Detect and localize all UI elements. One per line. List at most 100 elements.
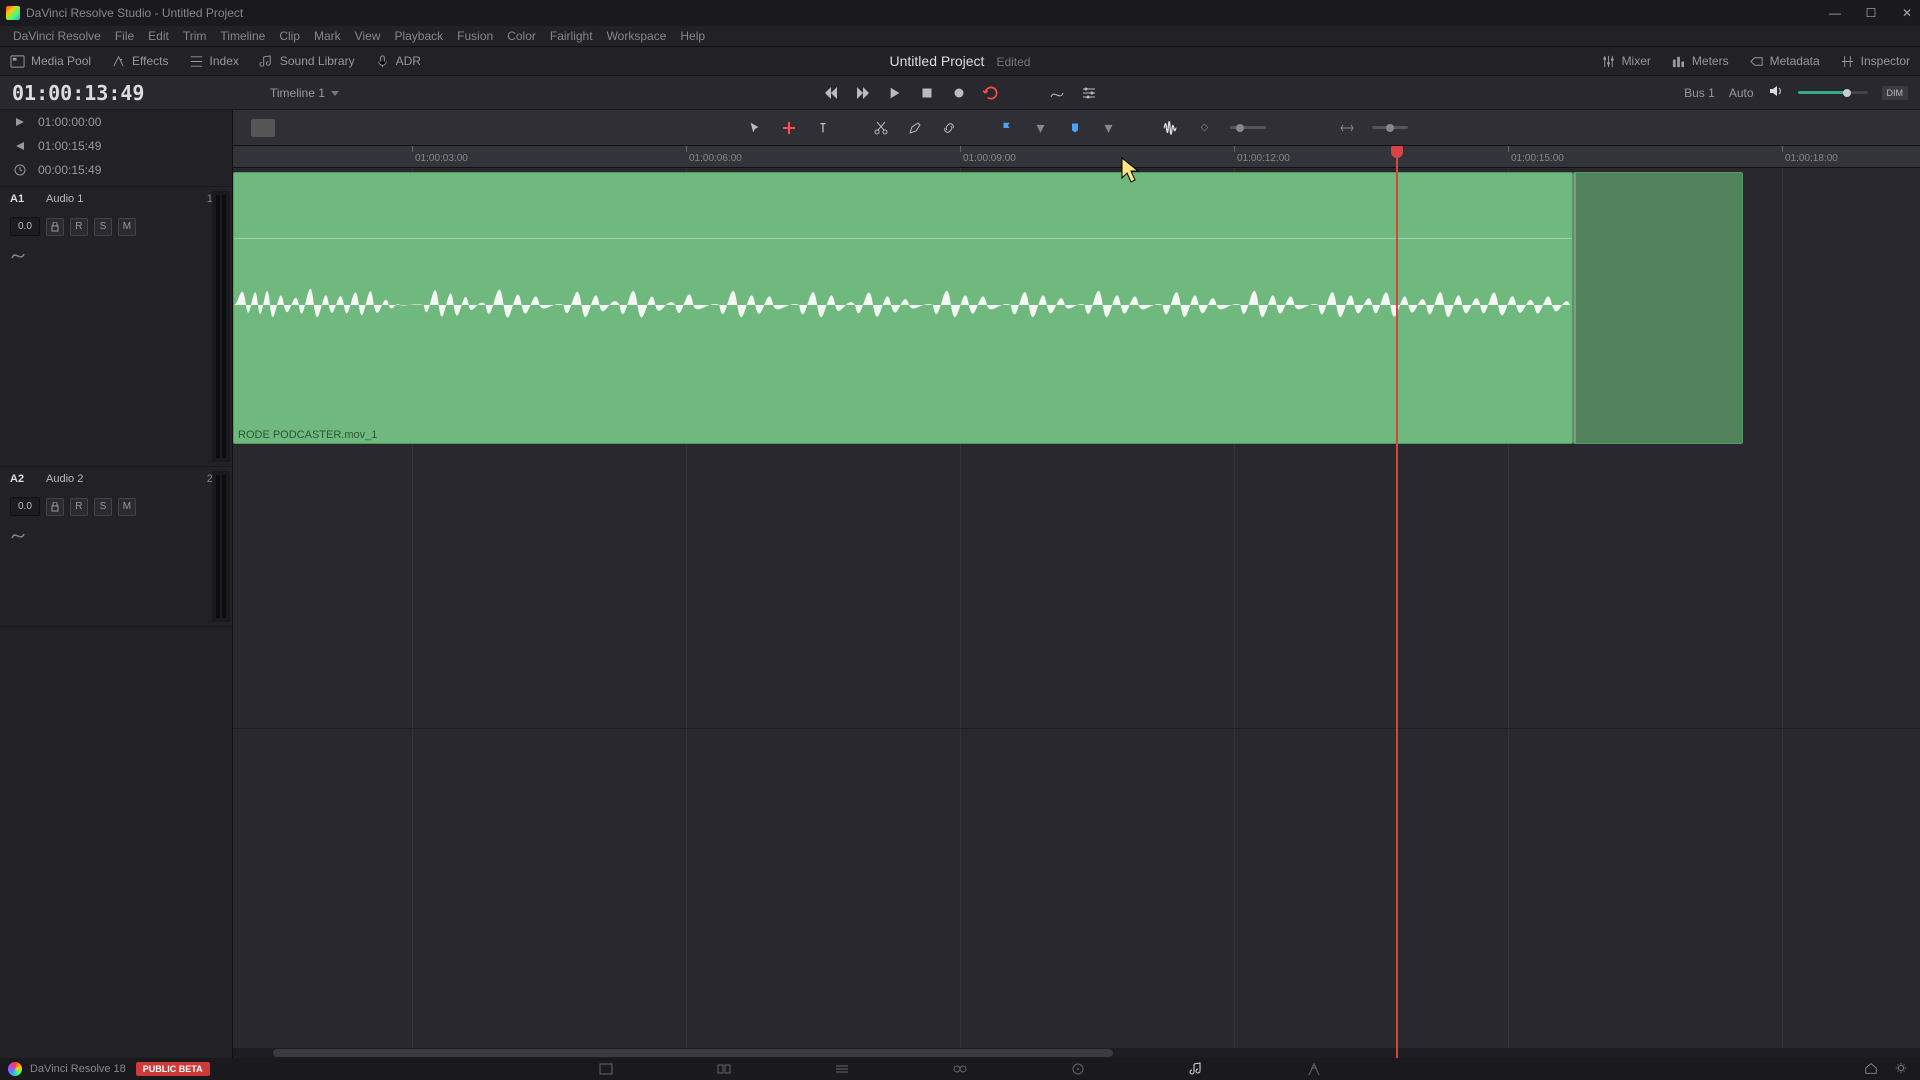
timecode-display[interactable]: 01:00:13:49 bbox=[12, 81, 212, 105]
menu-trim[interactable]: Trim bbox=[176, 29, 214, 43]
menu-clip[interactable]: Clip bbox=[272, 29, 307, 43]
text-tool[interactable] bbox=[814, 119, 832, 137]
range-tool[interactable] bbox=[780, 119, 798, 137]
mixer-button[interactable]: Mixer bbox=[1591, 46, 1661, 76]
volume-slider[interactable] bbox=[1798, 91, 1868, 94]
flag-dropdown[interactable]: ▾ bbox=[1032, 119, 1050, 137]
flag-tool[interactable] bbox=[998, 119, 1016, 137]
minimize-button[interactable]: — bbox=[1828, 6, 1842, 20]
timeline-selector[interactable]: Timeline 1 bbox=[270, 86, 339, 100]
timeline-ruler[interactable]: 01:00:03:00 01:00:06:00 01:00:09:00 01:0… bbox=[233, 146, 1920, 168]
track-a2-lock[interactable] bbox=[46, 498, 64, 516]
menu-mark[interactable]: Mark bbox=[307, 29, 348, 43]
settings-button[interactable] bbox=[1080, 84, 1098, 102]
pencil-tool[interactable] bbox=[906, 119, 924, 137]
menu-workspace[interactable]: Workspace bbox=[600, 29, 674, 43]
home-button[interactable] bbox=[1864, 1061, 1878, 1078]
project-settings-button[interactable] bbox=[1894, 1061, 1908, 1078]
track-a2-id[interactable]: A2 bbox=[10, 473, 36, 485]
main-area: 01:00:00:00 01:00:15:49 00:00:15:49 A1 A… bbox=[0, 110, 1920, 1058]
marker-duration-row[interactable]: 00:00:15:49 bbox=[0, 158, 232, 182]
track-a2-db[interactable]: 0.0 bbox=[10, 497, 40, 516]
page-cut[interactable] bbox=[715, 1060, 733, 1078]
track-a1-id[interactable]: A1 bbox=[10, 193, 36, 205]
track-a2-name[interactable]: Audio 2 bbox=[46, 473, 197, 485]
track-a1-lock[interactable] bbox=[46, 218, 64, 236]
auto-label[interactable]: Auto bbox=[1729, 86, 1754, 100]
track-a1-automation-icon[interactable] bbox=[10, 246, 26, 262]
track-a2-arm[interactable]: R bbox=[70, 498, 88, 516]
track-a2-mute[interactable]: M bbox=[118, 498, 136, 516]
index-icon bbox=[189, 54, 204, 69]
track-a2-solo[interactable]: S bbox=[94, 498, 112, 516]
metadata-button[interactable]: Metadata bbox=[1739, 46, 1830, 76]
menu-fusion[interactable]: Fusion bbox=[450, 29, 500, 43]
adr-button[interactable]: ADR bbox=[365, 46, 431, 76]
track-a2-automation-icon[interactable] bbox=[10, 526, 26, 542]
page-fusion[interactable] bbox=[951, 1060, 969, 1078]
sound-library-button[interactable]: Sound Library bbox=[249, 46, 365, 76]
tracks-viewport[interactable]: RODE PODCASTER.mov_1 bbox=[233, 168, 1920, 1058]
page-deliver[interactable] bbox=[1305, 1060, 1323, 1078]
horizontal-scrollbar[interactable] bbox=[233, 1048, 1920, 1058]
clip-a1-extension[interactable] bbox=[1573, 172, 1743, 444]
razor-tool[interactable] bbox=[872, 119, 890, 137]
menu-view[interactable]: View bbox=[348, 29, 388, 43]
effects-button[interactable]: Effects bbox=[101, 46, 178, 76]
loop-button[interactable] bbox=[982, 84, 1000, 102]
marker-in-row[interactable]: 01:00:00:00 bbox=[0, 110, 232, 134]
track-a1-name[interactable]: Audio 1 bbox=[46, 193, 197, 205]
track-a1-lane[interactable]: RODE PODCASTER.mov_1 bbox=[233, 168, 1920, 448]
fast-forward-button[interactable] bbox=[854, 84, 872, 102]
playhead-line[interactable] bbox=[1396, 168, 1398, 1058]
rewind-button[interactable] bbox=[822, 84, 840, 102]
zoom-slider-2[interactable] bbox=[1372, 126, 1408, 129]
menu-davinci-resolve[interactable]: DaVinci Resolve bbox=[6, 29, 108, 43]
track-a2-lane[interactable] bbox=[233, 728, 1920, 888]
top-toolbar: Media Pool Effects Index Sound Library A… bbox=[0, 46, 1920, 76]
link-tool[interactable] bbox=[940, 119, 958, 137]
page-media[interactable] bbox=[597, 1060, 615, 1078]
bus-selector[interactable]: Bus 1 bbox=[1684, 86, 1715, 100]
speaker-icon[interactable] bbox=[1768, 83, 1784, 102]
playhead-marker[interactable] bbox=[1396, 146, 1398, 168]
marker-dropdown[interactable]: ▾ bbox=[1100, 119, 1118, 137]
zoom-horiz-tool[interactable] bbox=[1338, 119, 1356, 137]
menu-color[interactable]: Color bbox=[500, 29, 543, 43]
menu-file[interactable]: File bbox=[108, 29, 141, 43]
media-pool-icon bbox=[10, 54, 25, 69]
menu-help[interactable]: Help bbox=[673, 29, 712, 43]
inspector-button[interactable]: Inspector bbox=[1830, 46, 1920, 76]
page-fairlight[interactable] bbox=[1187, 1060, 1205, 1078]
page-color[interactable] bbox=[1069, 1060, 1087, 1078]
marker-out-label: 01:00:15:49 bbox=[38, 139, 101, 153]
menu-playback[interactable]: Playback bbox=[387, 29, 450, 43]
media-pool-label: Media Pool bbox=[31, 54, 91, 68]
stop-button[interactable] bbox=[918, 84, 936, 102]
maximize-button[interactable]: ☐ bbox=[1864, 6, 1878, 20]
page-edit[interactable] bbox=[833, 1060, 851, 1078]
automation-button[interactable] bbox=[1048, 84, 1066, 102]
timeline-view-button[interactable] bbox=[251, 119, 275, 137]
menu-timeline[interactable]: Timeline bbox=[213, 29, 272, 43]
meters-button[interactable]: Meters bbox=[1661, 46, 1739, 76]
track-a1-solo[interactable]: S bbox=[94, 218, 112, 236]
track-a1-db[interactable]: 0.0 bbox=[10, 217, 40, 236]
track-a1-arm[interactable]: R bbox=[70, 218, 88, 236]
close-button[interactable]: ✕ bbox=[1900, 6, 1914, 20]
dim-button[interactable]: DIM bbox=[1882, 86, 1909, 100]
record-button[interactable] bbox=[950, 84, 968, 102]
snap-dropdown[interactable]: ◇ bbox=[1196, 119, 1214, 137]
transient-tool[interactable] bbox=[1162, 119, 1180, 137]
marker-tool[interactable] bbox=[1066, 119, 1084, 137]
menu-fairlight[interactable]: Fairlight bbox=[543, 29, 600, 43]
clip-a1-main[interactable]: RODE PODCASTER.mov_1 bbox=[233, 172, 1573, 444]
media-pool-button[interactable]: Media Pool bbox=[0, 46, 101, 76]
selection-tool[interactable] bbox=[746, 119, 764, 137]
menu-edit[interactable]: Edit bbox=[141, 29, 176, 43]
zoom-level-slider[interactable] bbox=[1230, 126, 1266, 129]
track-a1-mute[interactable]: M bbox=[118, 218, 136, 236]
index-button[interactable]: Index bbox=[179, 46, 249, 76]
play-button[interactable] bbox=[886, 84, 904, 102]
marker-out-row[interactable]: 01:00:15:49 bbox=[0, 134, 232, 158]
